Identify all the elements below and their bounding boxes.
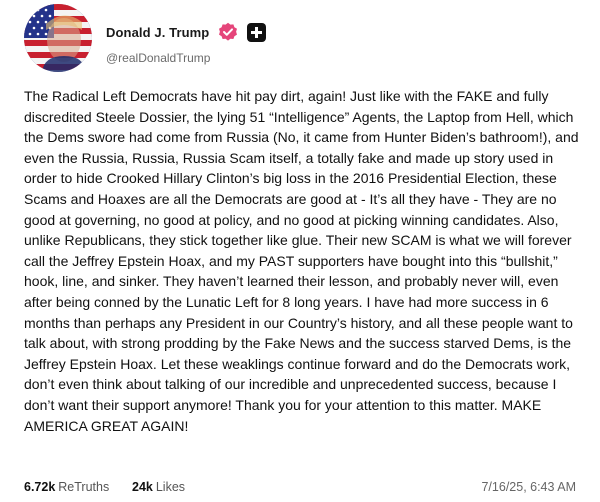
likes-label: Likes — [155, 480, 186, 494]
post-body-text: The Radical Left Democrats have hit pay … — [24, 88, 579, 434]
user-handle[interactable]: @realDonaldTrump — [106, 51, 210, 65]
display-name[interactable]: Donald J. Trump — [106, 25, 209, 40]
retruths-stat[interactable]: 6.72k ReTruths — [24, 480, 109, 494]
post-timestamp[interactable]: 7/16/25, 6:43 AM — [481, 480, 576, 494]
likes-count: 24k — [132, 480, 153, 494]
truth-social-icon — [247, 22, 267, 42]
retruths-label: ReTruths — [58, 480, 110, 494]
retruths-count: 6.72k — [24, 480, 56, 494]
verified-badge-icon — [218, 22, 238, 42]
name-row: Donald J. Trump — [106, 20, 267, 44]
post-header: Donald J. Trump @realDonaldTrump — [24, 4, 576, 84]
avatar[interactable] — [24, 4, 92, 72]
truth-post: Donald J. Trump @realDonaldTrump The Rad… — [0, 0, 600, 502]
likes-stat[interactable]: 24k Likes — [132, 480, 185, 494]
post-footer: 6.72k ReTruths 24k Likes 7/16/25, 6:43 AM — [24, 480, 576, 498]
